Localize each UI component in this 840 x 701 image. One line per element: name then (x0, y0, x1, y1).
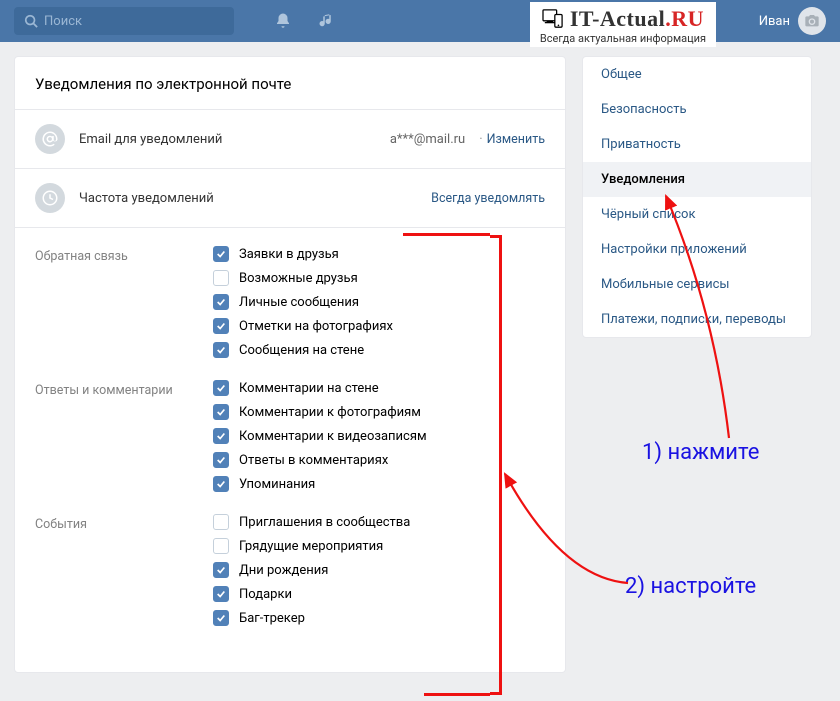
group-label: События (35, 514, 213, 626)
page-title: Уведомления по электронной почте (15, 57, 565, 109)
checkbox-option[interactable]: Отметки на фотографиях (213, 318, 393, 334)
camera-icon (804, 13, 820, 29)
option-label: Подарки (239, 587, 292, 602)
monitor-phone-icon (542, 9, 564, 29)
checkbox[interactable] (213, 476, 229, 492)
checkbox[interactable] (213, 562, 229, 578)
checkbox[interactable] (213, 428, 229, 444)
annotation-bracket-top (403, 233, 490, 236)
checkbox-option[interactable]: Заявки в друзья (213, 246, 393, 262)
checkbox[interactable] (213, 294, 229, 310)
search-icon (24, 14, 38, 28)
option-label: Ответы в комментариях (239, 453, 388, 468)
option-label: Возможные друзья (239, 271, 358, 286)
checkbox[interactable] (213, 538, 229, 554)
option-label: Дни рождения (239, 563, 328, 578)
checkbox-option[interactable]: Подарки (213, 586, 410, 602)
sidebar-item[interactable]: Мобильные сервисы (583, 267, 811, 302)
sidebar-item[interactable]: Настройки приложений (583, 232, 811, 267)
checkbox[interactable] (213, 380, 229, 396)
settings-sidebar: ОбщееБезопасностьПриватностьУведомленияЧ… (582, 56, 812, 338)
checkbox-option[interactable]: Дни рождения (213, 562, 410, 578)
checkbox-option[interactable]: Комментарии к фотографиям (213, 404, 427, 420)
option-label: Личные сообщения (239, 295, 359, 310)
sidebar-item[interactable]: Платежи, подписки, переводы (583, 302, 811, 337)
option-group: События Приглашения в сообщества Грядущие … (35, 514, 545, 626)
option-label: Баг-трекер (239, 611, 305, 626)
checkbox-option[interactable]: Сообщения на стене (213, 342, 393, 358)
option-label: Комментарии к видеозаписям (239, 429, 427, 444)
checkbox[interactable] (213, 452, 229, 468)
email-value: a***@mail.ru (390, 132, 465, 147)
checkbox-option[interactable]: Комментарии к видеозаписям (213, 428, 427, 444)
avatar (798, 7, 826, 35)
checkbox[interactable] (213, 246, 229, 262)
settings-panel: Уведомления по электронной почте Email д… (14, 56, 566, 673)
checkbox[interactable] (213, 514, 229, 530)
frequency-action-link[interactable]: Всегда уведомлять (431, 191, 545, 206)
checkbox-option[interactable]: Упоминания (213, 476, 427, 492)
frequency-label: Частота уведомлений (79, 191, 431, 206)
email-row: Email для уведомлений a***@mail.ru · Изм… (15, 109, 565, 168)
checkbox-option[interactable]: Комментарии на стене (213, 380, 427, 396)
watermark-logo: IT-Actual.RU Всегда актуальная информаци… (530, 2, 716, 47)
option-label: Упоминания (239, 477, 315, 492)
sidebar-item[interactable]: Безопасность (583, 92, 811, 127)
notifications-icon[interactable] (274, 12, 292, 30)
annotation-bracket (490, 235, 502, 695)
option-label: Приглашения в сообщества (239, 515, 410, 530)
group-label: Обратная связь (35, 246, 213, 358)
sidebar-item[interactable]: Общее (583, 57, 811, 92)
option-label: Комментарии к фотографиям (239, 405, 421, 420)
user-menu[interactable]: Иван (759, 7, 826, 35)
checkbox-option[interactable]: Баг-трекер (213, 610, 410, 626)
checkbox[interactable] (213, 342, 229, 358)
option-group: Ответы и комментарии Комментарии на стене… (35, 380, 545, 492)
checkbox[interactable] (213, 270, 229, 286)
clock-icon (35, 183, 65, 213)
option-group: Обратная связь Заявки в друзья Возможные д… (35, 246, 545, 358)
group-label: Ответы и комментарии (35, 380, 213, 492)
checkbox[interactable] (213, 404, 229, 420)
music-icon[interactable] (318, 12, 336, 30)
checkbox-option[interactable]: Личные сообщения (213, 294, 393, 310)
checkbox-option[interactable]: Ответы в комментариях (213, 452, 427, 468)
option-label: Сообщения на стене (239, 343, 364, 358)
checkbox-option[interactable]: Возможные друзья (213, 270, 393, 286)
checkbox[interactable] (213, 610, 229, 626)
frequency-row: Частота уведомлений Всегда уведомлять (15, 168, 565, 227)
sidebar-item[interactable]: Чёрный список (583, 197, 811, 232)
email-label: Email для уведомлений (79, 132, 390, 147)
email-icon (35, 124, 65, 154)
option-label: Грядущие мероприятия (239, 539, 383, 554)
option-label: Отметки на фотографиях (239, 319, 393, 334)
search-input[interactable]: Поиск (14, 7, 234, 35)
checkbox[interactable] (213, 586, 229, 602)
option-label: Комментарии на стене (239, 381, 379, 396)
checkbox-option[interactable]: Грядущие мероприятия (213, 538, 410, 554)
option-label: Заявки в друзья (239, 247, 339, 262)
annotation-bracket-bottom (424, 693, 490, 696)
sidebar-item[interactable]: Уведомления (583, 162, 811, 197)
checkbox-option[interactable]: Приглашения в сообщества (213, 514, 410, 530)
change-email-link[interactable]: Изменить (487, 132, 545, 147)
checkbox[interactable] (213, 318, 229, 334)
sidebar-item[interactable]: Приватность (583, 127, 811, 162)
